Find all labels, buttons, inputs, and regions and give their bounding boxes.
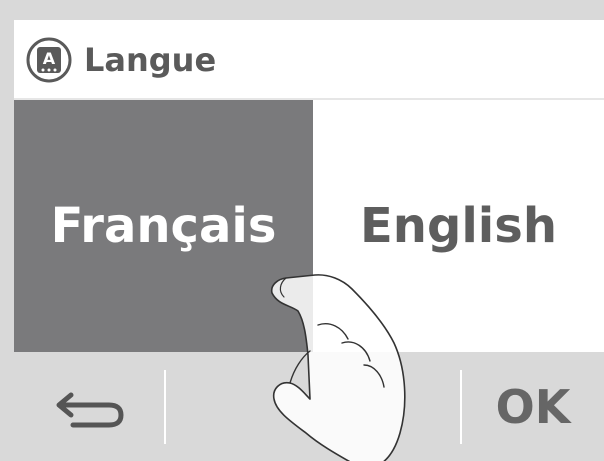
svg-text:A: A xyxy=(43,49,56,68)
ok-button-label: OK xyxy=(495,379,571,434)
footer-bar: OK xyxy=(14,352,604,461)
back-button[interactable] xyxy=(14,352,164,461)
ok-button[interactable]: OK xyxy=(462,352,604,461)
language-settings-screen: A Langue Français English OK xyxy=(0,0,604,461)
language-option-french-label: Français xyxy=(50,198,277,254)
return-arrow-icon xyxy=(56,392,124,427)
empty-button[interactable] xyxy=(166,352,462,461)
header-bar: A Langue xyxy=(14,20,604,100)
language-option-english[interactable]: English xyxy=(313,100,604,352)
language-option-french[interactable]: Français xyxy=(14,100,313,352)
language-option-english-label: English xyxy=(360,198,557,254)
language-icon: A xyxy=(26,37,72,83)
page-title: Langue xyxy=(84,41,217,79)
